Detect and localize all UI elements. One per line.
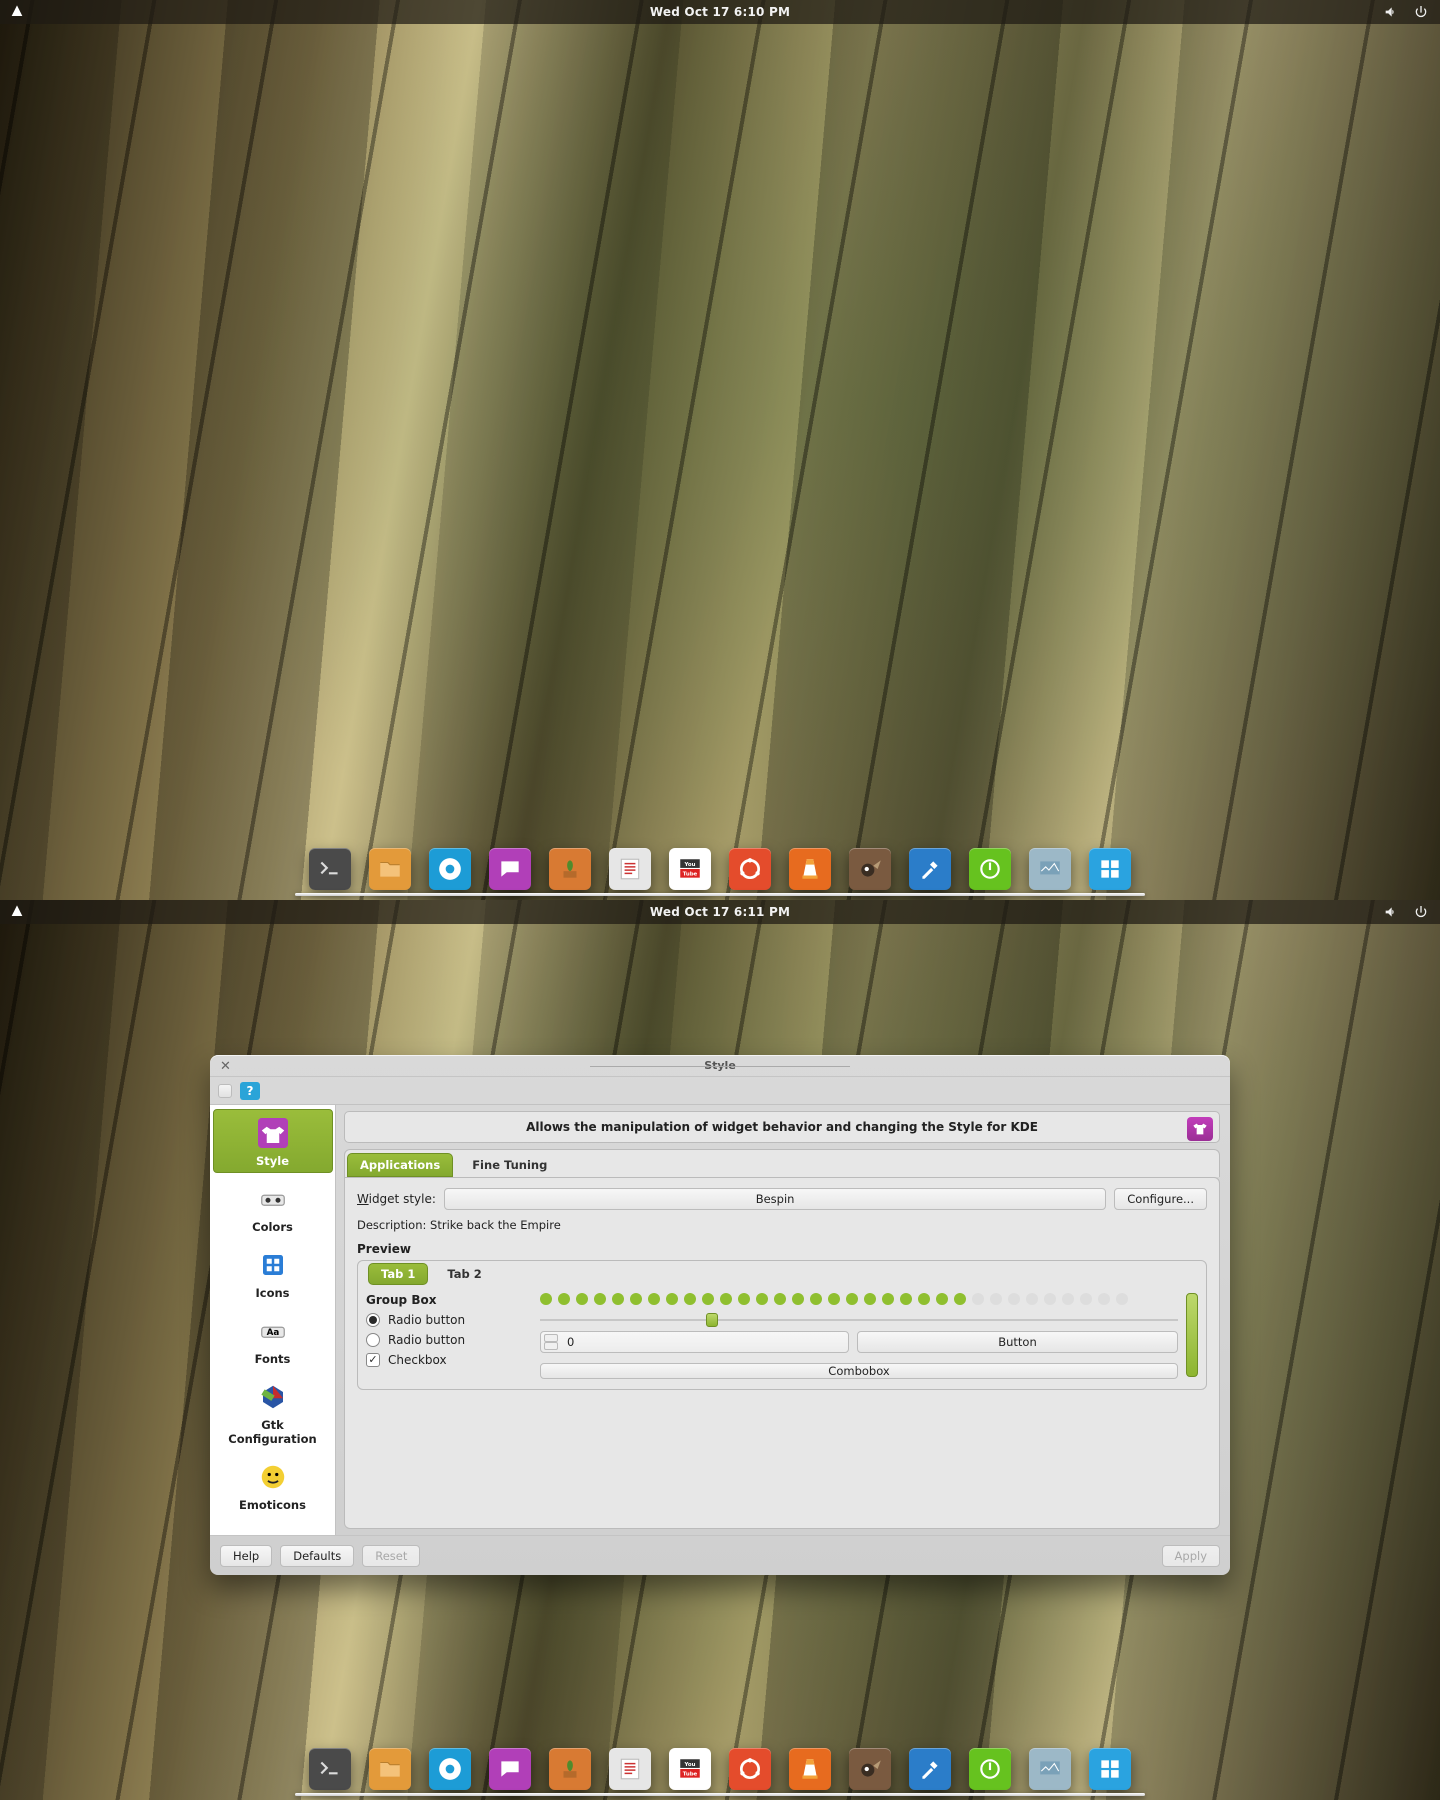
svg-text:You: You <box>684 1762 696 1768</box>
dock-tiling[interactable] <box>1089 848 1131 890</box>
sidebar-item-fonts[interactable]: AaFonts <box>213 1307 333 1371</box>
defaults-button[interactable]: Defaults <box>280 1545 354 1567</box>
window-title: Style <box>704 1059 736 1072</box>
preview-radio-1[interactable]: Radio button <box>366 1313 526 1327</box>
style-settings-window[interactable]: ✕ Style StyleColorsIconsAaFontsGtkConfig… <box>210 1055 1230 1575</box>
tab-fine-tuning[interactable]: Fine Tuning <box>459 1153 560 1177</box>
widget-style-description: Description: Strike back the Empire <box>357 1218 1207 1232</box>
clock[interactable]: Wed Oct 17 6:10 PM <box>650 5 790 19</box>
dock-terminal[interactable] <box>309 1748 351 1790</box>
preview-groupbox: Group Box Radio button Radio button Chec… <box>366 1293 526 1373</box>
dock-youtube[interactable]: You Tube <box>669 1748 711 1790</box>
dock-editor[interactable] <box>609 1748 651 1790</box>
dock-files[interactable] <box>369 1748 411 1790</box>
distro-menu-icon[interactable] <box>6 901 28 923</box>
category-sidebar: StyleColorsIconsAaFontsGtkConfigurationE… <box>210 1105 336 1535</box>
svg-text:Aa: Aa <box>266 1328 279 1338</box>
dock-chat[interactable] <box>489 1748 531 1790</box>
sidebar-item-emoticons[interactable]: Emoticons <box>213 1453 333 1517</box>
dock-gimp[interactable] <box>849 1748 891 1790</box>
dock: You Tube <box>299 1742 1141 1794</box>
distro-menu-icon[interactable] <box>6 1 28 23</box>
window-titlebar[interactable]: ✕ Style <box>210 1055 1230 1077</box>
dock-color-pick[interactable] <box>909 848 951 890</box>
preview-combobox[interactable]: Combobox <box>540 1363 1178 1379</box>
preview-checkbox[interactable]: Checkbox <box>366 1353 526 1367</box>
svg-text:Tube: Tube <box>683 872 698 878</box>
preview-tab-1[interactable]: Tab 1 <box>368 1263 428 1285</box>
dock-youtube[interactable]: You Tube <box>669 848 711 890</box>
dialog-button-bar: Help Defaults Reset Apply <box>210 1535 1230 1575</box>
reset-button[interactable]: Reset <box>362 1545 420 1567</box>
module-header: Allows the manipulation of widget behavi… <box>344 1111 1220 1143</box>
dock-files[interactable] <box>369 848 411 890</box>
module-heading: Allows the manipulation of widget behavi… <box>526 1120 1038 1134</box>
dock-tiling[interactable] <box>1089 1748 1131 1790</box>
dock-gimp[interactable] <box>849 848 891 890</box>
preview-tab-2[interactable]: Tab 2 <box>434 1263 494 1285</box>
svg-text:You: You <box>684 862 696 868</box>
power-icon[interactable] <box>1412 903 1430 921</box>
dock-vlc[interactable] <box>789 1748 831 1790</box>
sidebar-item-icons[interactable]: Icons <box>213 1241 333 1305</box>
power-icon[interactable] <box>1412 3 1430 21</box>
preview-progress <box>540 1293 1178 1305</box>
svg-text:Tube: Tube <box>683 1772 698 1778</box>
dock-ubuntu-one[interactable] <box>729 848 771 890</box>
sidebar-item-style[interactable]: Style <box>213 1109 333 1173</box>
dock: You Tube <box>299 842 1141 894</box>
dock-plant[interactable] <box>549 848 591 890</box>
widget-style-label: Widget style: <box>357 1192 436 1206</box>
dock-logout[interactable] <box>969 848 1011 890</box>
dock-editor[interactable] <box>609 848 651 890</box>
dock-terminal[interactable] <box>309 848 351 890</box>
sidebar-item-gtk[interactable]: GtkConfiguration <box>213 1373 333 1451</box>
preview-radio-2[interactable]: Radio button <box>366 1333 526 1347</box>
preview-spinbox[interactable]: 0 <box>540 1331 849 1353</box>
dock-chat[interactable] <box>489 848 531 890</box>
close-icon[interactable]: ✕ <box>220 1059 231 1074</box>
top-panel: Wed Oct 17 6:10 PM <box>0 0 1440 24</box>
window-toolbar <box>210 1077 1230 1105</box>
preview-button[interactable]: Button <box>857 1331 1178 1353</box>
preview-slider[interactable] <box>540 1319 1178 1321</box>
desktop-screenshot-bottom: Wed Oct 17 6:11 PM You Tube ✕ Style Style… <box>0 900 1440 1800</box>
clock[interactable]: Wed Oct 17 6:11 PM <box>650 905 790 919</box>
wallpaper <box>0 0 1440 900</box>
dock-plant[interactable] <box>549 1748 591 1790</box>
configure-button[interactable]: Configure... <box>1114 1188 1207 1210</box>
desktop-screenshot-top: Wed Oct 17 6:10 PM You Tube <box>0 0 1440 900</box>
volume-icon[interactable] <box>1382 3 1400 21</box>
sidebar-item-colors[interactable]: Colors <box>213 1175 333 1239</box>
module-icon <box>240 1082 260 1100</box>
dock-chromium[interactable] <box>429 848 471 890</box>
dock-ubuntu-one[interactable] <box>729 1748 771 1790</box>
dock-monitor[interactable] <box>1029 848 1071 890</box>
widget-style-combo[interactable]: Bespin <box>444 1188 1106 1210</box>
dock-color-pick[interactable] <box>909 1748 951 1790</box>
volume-icon[interactable] <box>1382 903 1400 921</box>
dock-monitor[interactable] <box>1029 1748 1071 1790</box>
preview-vertical-scrollbar[interactable] <box>1186 1293 1198 1377</box>
dock-chromium[interactable] <box>429 1748 471 1790</box>
preview-heading: Preview <box>357 1242 1207 1256</box>
subtab-bar: Applications Fine Tuning <box>344 1149 1220 1177</box>
tab-applications[interactable]: Applications <box>347 1153 453 1177</box>
tshirt-icon <box>1187 1117 1213 1141</box>
dock-vlc[interactable] <box>789 848 831 890</box>
top-panel: Wed Oct 17 6:11 PM <box>0 900 1440 924</box>
dock-logout[interactable] <box>969 1748 1011 1790</box>
nav-back-button[interactable] <box>218 1084 232 1098</box>
help-button[interactable]: Help <box>220 1545 272 1567</box>
apply-button[interactable]: Apply <box>1162 1545 1220 1567</box>
preview-box: Tab 1 Tab 2 Group Box Radio button Radio… <box>357 1260 1207 1390</box>
